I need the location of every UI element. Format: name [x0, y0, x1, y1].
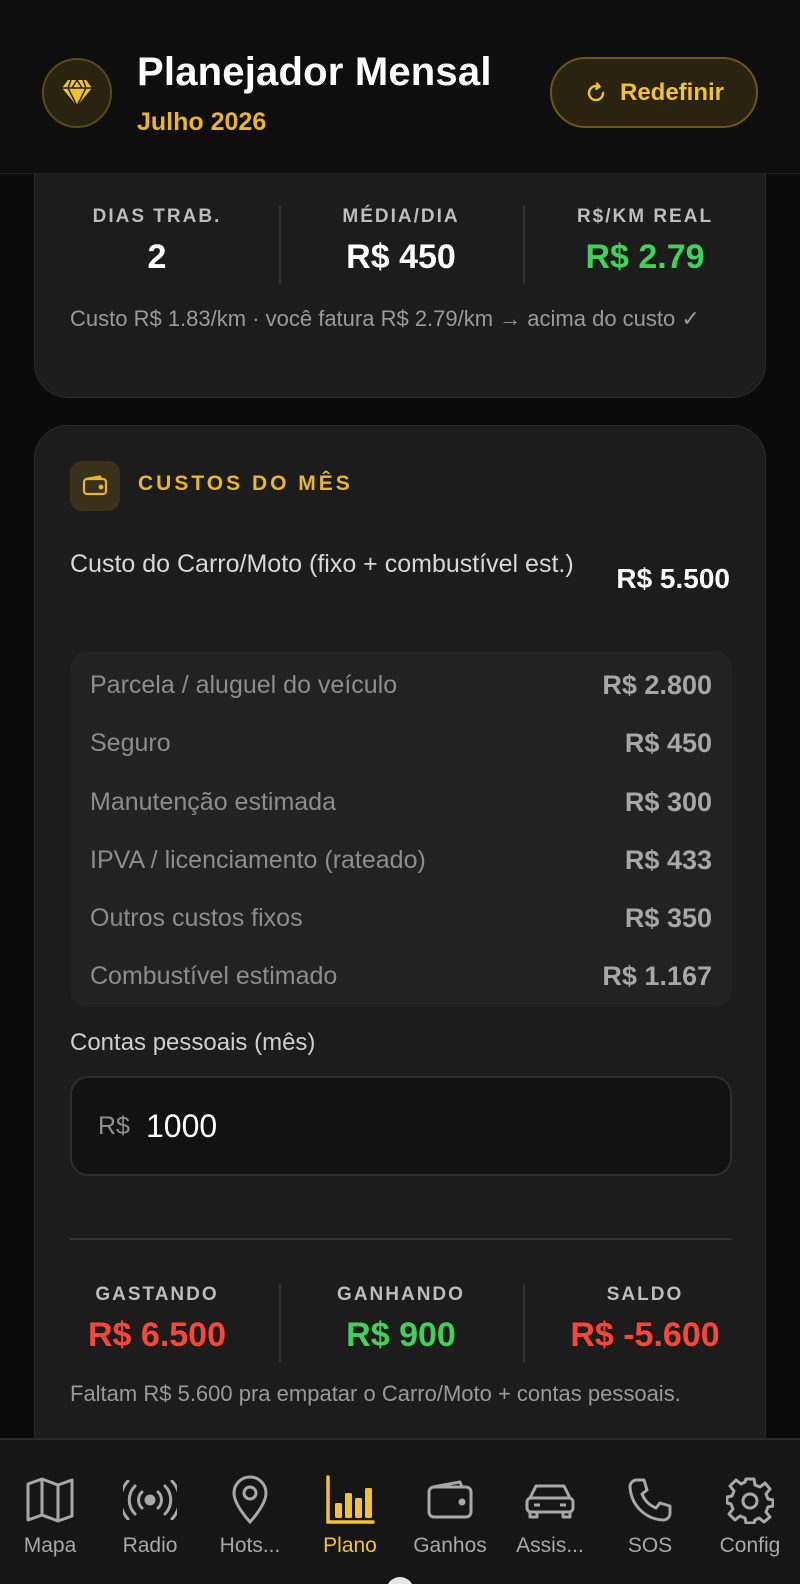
- section-divider: [70, 1238, 732, 1240]
- wallet-icon: [427, 1480, 473, 1519]
- breakdown-row: Outros custos fixos R$ 350: [90, 898, 712, 938]
- bottom-navigation: Mapa Radio Hots... Plano Ganhos Assis...…: [0, 1438, 800, 1584]
- breakdown-row: Parcela / aluguel do veículo R$ 2.800: [90, 665, 712, 705]
- metrics-card: DIAS TRAB. 2 MÉDIA/DIA R$ 450 R$/KM REAL…: [34, 140, 766, 398]
- currency-prefix: R$: [98, 1111, 130, 1140]
- nav-label: SOS: [627, 1534, 673, 1557]
- breakdown-value: R$ 300: [624, 786, 712, 817]
- nav-label: Config: [719, 1534, 781, 1557]
- nav-item-mapa[interactable]: Mapa: [0, 1440, 100, 1584]
- vehicle-cost-label: Custo do Carro/Moto (fixo + combustível …: [70, 550, 574, 578]
- stat-revenue-per-km: R$/KM REAL R$ 2.79: [523, 206, 767, 284]
- stat-spending: GASTANDO R$ 6.500: [35, 1284, 279, 1355]
- reset-button[interactable]: Redefinir: [550, 57, 758, 128]
- car-icon: [525, 1484, 575, 1519]
- nav-label: Hots...: [219, 1534, 281, 1557]
- nav-label: Radio: [122, 1534, 178, 1557]
- stat-label: SALDO: [606, 1284, 684, 1305]
- map-icon: [26, 1477, 74, 1523]
- breakdown-value: R$ 450: [624, 727, 712, 758]
- stat-label: MÉDIA/DIA: [342, 206, 460, 227]
- personal-bills-label: Contas pessoais (mês): [70, 1029, 316, 1056]
- nav-item-assistente[interactable]: Assis...: [500, 1440, 600, 1584]
- stat-value: 2: [147, 238, 167, 276]
- stat-balance: SALDO R$ -5.600: [523, 1284, 767, 1362]
- breakdown-row: Manutenção estimada R$ 300: [90, 782, 712, 822]
- breakdown-value: R$ 433: [624, 844, 712, 875]
- stat-value: R$ 2.79: [585, 238, 705, 276]
- stat-value: R$ 450: [346, 238, 456, 276]
- bar-chart-icon: [326, 1475, 375, 1524]
- month-label: Julho 2026: [137, 108, 267, 136]
- stat-label: DIAS TRAB.: [92, 206, 222, 227]
- breakdown-row: Combustível estimado R$ 1.167: [90, 956, 712, 996]
- stat-value: R$ -5.600: [570, 1316, 720, 1354]
- app-header: Planejador Mensal Julho 2026 Redefinir: [0, 0, 800, 174]
- stat-daily-average: MÉDIA/DIA R$ 450: [279, 206, 523, 284]
- breakdown-row: Seguro R$ 450: [90, 723, 712, 763]
- stat-value: R$ 900: [346, 1316, 456, 1354]
- phone-icon: [628, 1478, 672, 1522]
- stat-worked-days: DIAS TRAB. 2: [35, 206, 279, 277]
- stat-label: R$/KM REAL: [576, 206, 714, 227]
- nav-item-radio[interactable]: Radio: [100, 1440, 200, 1584]
- breakdown-value: R$ 2.800: [602, 669, 712, 700]
- breakdown-value: R$ 1.167: [602, 960, 712, 991]
- wallet-icon: [82, 475, 108, 496]
- page-title: Planejador Mensal: [137, 50, 492, 94]
- refresh-icon: [587, 81, 605, 101]
- breakdown-label: Combustível estimado: [90, 961, 338, 990]
- breakdown-label: Outros custos fixos: [90, 903, 303, 932]
- vehicle-cost-total: R$ 5.500: [616, 563, 730, 594]
- stat-label: GANHANDO: [337, 1284, 465, 1305]
- monthly-costs-card: CUSTOS DO MÊS Custo do Carro/Moto (fixo …: [34, 425, 766, 1475]
- location-pin-icon: [232, 1475, 268, 1525]
- nav-label: Assis...: [516, 1534, 584, 1557]
- cost-per-km-note: Custo R$ 1.83/km · você fatura R$ 2.79/k…: [70, 306, 700, 331]
- metrics-row: DIAS TRAB. 2 MÉDIA/DIA R$ 450 R$/KM REAL…: [35, 206, 767, 284]
- nav-item-ganhos[interactable]: Ganhos: [400, 1440, 500, 1584]
- nav-item-hotspots[interactable]: Hots...: [200, 1440, 300, 1584]
- vehicle-cost-breakdown: Parcela / aluguel do veículo R$ 2.800 Se…: [70, 651, 732, 1007]
- nav-label: Plano: [323, 1534, 377, 1557]
- section-title: CUSTOS DO MÊS: [138, 472, 353, 495]
- nav-item-config[interactable]: Config: [700, 1440, 800, 1584]
- breakeven-note: Faltam R$ 5.600 pra empatar o Carro/Moto…: [70, 1381, 681, 1406]
- radio-icon: [123, 1480, 177, 1520]
- diamond-icon: [62, 79, 92, 108]
- breakdown-row: IPVA / licenciamento (rateado) R$ 433: [90, 840, 712, 880]
- nav-item-plano[interactable]: Plano: [300, 1440, 400, 1584]
- personal-bills-input[interactable]: [145, 1107, 646, 1145]
- breakdown-label: Manutenção estimada: [90, 787, 336, 816]
- breakdown-label: Seguro: [90, 728, 171, 757]
- stat-value: R$ 6.500: [88, 1316, 226, 1354]
- logo-badge: [42, 58, 112, 128]
- personal-bills-field[interactable]: R$: [70, 1076, 732, 1176]
- stat-earning: GANHANDO R$ 900: [279, 1284, 523, 1362]
- stat-label: GASTANDO: [95, 1284, 219, 1305]
- breakdown-value: R$ 350: [624, 902, 712, 933]
- nav-label: Ganhos: [413, 1534, 487, 1557]
- balance-row: GASTANDO R$ 6.500 GANHANDO R$ 900 SALDO …: [35, 1284, 767, 1362]
- nav-label: Mapa: [23, 1534, 77, 1557]
- breakdown-label: IPVA / licenciamento (rateado): [90, 845, 426, 874]
- breakdown-label: Parcela / aluguel do veículo: [90, 670, 398, 699]
- nav-item-sos[interactable]: SOS: [600, 1440, 700, 1584]
- reset-button-label: Redefinir: [619, 78, 724, 106]
- section-icon: [70, 461, 120, 511]
- gear-icon: [726, 1477, 774, 1524]
